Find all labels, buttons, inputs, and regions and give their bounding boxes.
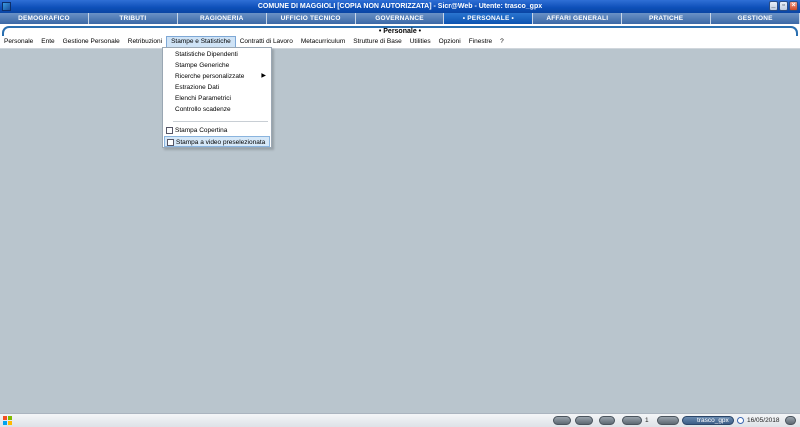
menu-utilities[interactable]: Utilities	[406, 36, 435, 48]
title-bar: COMUNE DI MAGGIOLI [COPIA NON AUTORIZZAT…	[0, 0, 800, 13]
minimize-button[interactable]: _	[769, 1, 778, 11]
menu-retribuzioni[interactable]: Retribuzioni	[124, 36, 166, 48]
module-tabs: DEMOGRAFICO TRIBUTI RAGIONERIA UFFICIO T…	[0, 13, 800, 24]
menu-item-stampa-copertina[interactable]: Stampa Copertina	[164, 125, 270, 136]
menu-help[interactable]: ?	[496, 36, 508, 48]
messages-icon[interactable]	[622, 416, 642, 425]
stampe-dropdown-menu: Statistiche Dipendenti Stampe Generiche …	[162, 47, 272, 148]
menu-opzioni[interactable]: Opzioni	[435, 36, 465, 48]
menu-bar: Personale Ente Gestione Personale Retrib…	[0, 36, 800, 49]
menu-item-stampa-video-preselezionata[interactable]: Stampa a video preselezionata	[164, 136, 270, 147]
menu-separator	[173, 121, 268, 122]
tab-tributi[interactable]: TRIBUTI	[88, 13, 178, 24]
menu-ente[interactable]: Ente	[37, 36, 58, 48]
connection-icon[interactable]	[553, 416, 571, 425]
message-counter: 1	[645, 417, 649, 424]
tab-gestione[interactable]: GESTIONE	[711, 13, 800, 24]
menu-strutture-di-base[interactable]: Strutture di Base	[349, 36, 405, 48]
menu-item-controllo-scadenze[interactable]: Controllo scadenze	[164, 104, 270, 115]
options-icon[interactable]	[785, 416, 796, 425]
menu-item-statistiche-dipendenti[interactable]: Statistiche Dipendenti	[164, 49, 270, 60]
user-badge[interactable]: trasco_gpx	[682, 416, 734, 425]
tab-demografico[interactable]: DEMOGRAFICO	[0, 13, 89, 24]
tab-ufficio-tecnico[interactable]: UFFICIO TECNICO	[266, 13, 356, 24]
checkbox-icon[interactable]	[167, 139, 174, 146]
tab-pratiche[interactable]: PRATICHE	[622, 13, 712, 24]
window-controls: _ ▫ ×	[769, 1, 798, 11]
menu-item-elenchi-parametrici[interactable]: Elenchi Parametrici	[164, 93, 270, 104]
app-icon	[2, 2, 11, 11]
menu-metacurriculum[interactable]: Metacurriculum	[297, 36, 349, 48]
window-title: COMUNE DI MAGGIOLI [COPIA NON AUTORIZZAT…	[257, 3, 543, 10]
tab-governance[interactable]: GOVERNANCE	[355, 13, 445, 24]
edit-icon[interactable]	[657, 416, 679, 425]
tab-affari-generali[interactable]: AFFARI GENERALI	[533, 13, 623, 24]
calendar-icon	[737, 417, 744, 424]
menu-item-stampe-generiche[interactable]: Stampe Generiche	[164, 60, 270, 71]
menu-finestre[interactable]: Finestre	[465, 36, 496, 48]
stop-icon[interactable]	[599, 416, 615, 425]
submenu-arrow-icon: ▶	[261, 73, 266, 79]
status-taskbar: 1 trasco_gpx 16/05/2018	[0, 413, 800, 427]
close-button[interactable]: ×	[789, 1, 798, 11]
status-date: 16/05/2018	[747, 417, 780, 424]
tab-ragioneria[interactable]: RAGIONERIA	[177, 13, 267, 24]
maximize-button[interactable]: ▫	[779, 1, 788, 11]
tab-personale[interactable]: • PERSONALE •	[444, 13, 534, 24]
menu-item-estrazione-dati[interactable]: Estrazione Dati	[164, 82, 270, 93]
sync-icon[interactable]	[575, 416, 593, 425]
menu-personale[interactable]: Personale	[0, 36, 37, 48]
menu-gestione-personale[interactable]: Gestione Personale	[59, 36, 124, 48]
module-header: • Personale •	[0, 24, 800, 38]
windows-logo-icon[interactable]	[3, 416, 12, 425]
checkbox-icon[interactable]	[166, 127, 173, 134]
menu-item-ricerche-personalizzate[interactable]: Ricerche personalizzate ▶	[164, 71, 270, 82]
